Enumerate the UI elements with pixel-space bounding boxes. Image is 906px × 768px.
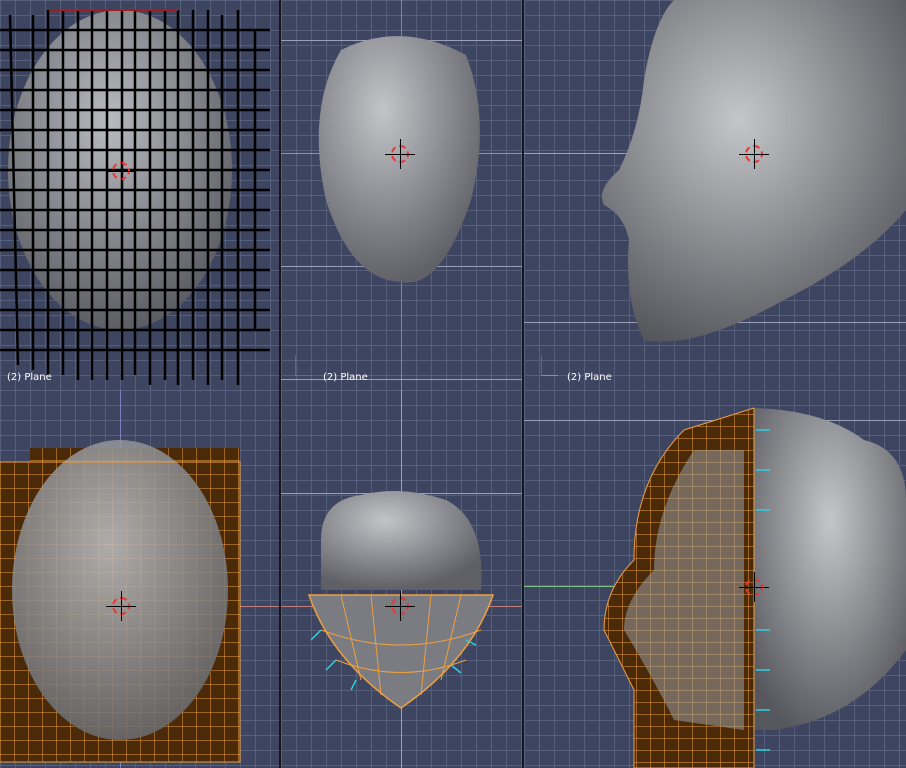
- viewport-side[interactable]: (2) Plane: [524, 0, 906, 390]
- head-model: [601, 0, 906, 342]
- head-model: [318, 36, 480, 283]
- head-model: [307, 491, 495, 709]
- 3d-cursor-icon: [739, 572, 769, 602]
- axis-gizmo-icon: [295, 355, 312, 376]
- object-label: (2) Plane: [567, 372, 612, 383]
- axis-gizmo-icon: [541, 355, 558, 376]
- viewport-top-edit[interactable]: [281, 390, 522, 768]
- viewport-front-edit[interactable]: [0, 390, 279, 768]
- viewport-front[interactable]: (2) Plane: [0, 0, 279, 390]
- edit-mesh: [603, 407, 906, 768]
- 3d-cursor-icon: [385, 591, 415, 621]
- object-label: (2) Plane: [323, 372, 368, 383]
- 3d-cursor-icon: [739, 139, 769, 169]
- 3d-cursor-icon: [106, 156, 136, 186]
- viewport-side-edit[interactable]: [524, 390, 906, 768]
- 3d-cursor-icon: [385, 139, 415, 169]
- viewport-top[interactable]: (2) Plane: [281, 0, 522, 390]
- 3d-cursor-icon: [106, 591, 136, 621]
- viewport-divider[interactable]: [522, 0, 524, 768]
- object-label: (2) Plane: [7, 372, 52, 383]
- head-model: [0, 9, 270, 385]
- viewport-divider[interactable]: [279, 0, 281, 768]
- edit-mesh: [0, 440, 241, 763]
